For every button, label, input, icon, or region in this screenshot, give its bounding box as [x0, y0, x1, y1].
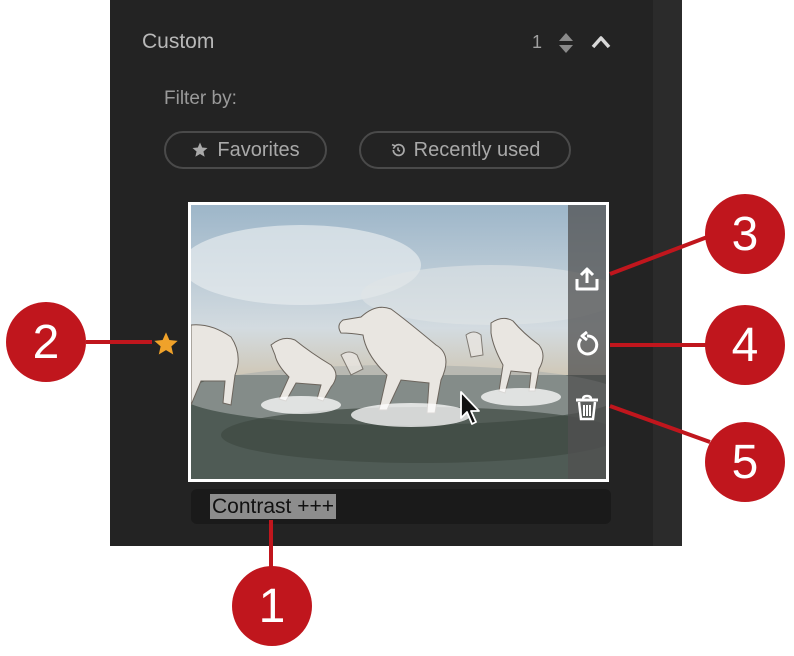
- filter-recently-used-button[interactable]: Recently used: [359, 131, 571, 169]
- callout-line-3: [609, 234, 711, 276]
- filter-favorites-label: Favorites: [217, 138, 300, 161]
- export-icon[interactable]: [573, 265, 601, 293]
- preset-name-text[interactable]: Contrast +++: [210, 494, 336, 519]
- filter-label: Filter by:: [164, 88, 237, 109]
- collapse-chevron-icon[interactable]: [590, 32, 612, 52]
- sort-stepper-icon[interactable]: [557, 31, 575, 55]
- reset-icon[interactable]: [573, 331, 601, 359]
- filter-recently-used-label: Recently used: [413, 138, 541, 161]
- thumbnail-action-bar: [568, 205, 606, 479]
- callout-lines: [609, 234, 711, 444]
- section-title[interactable]: Custom: [142, 30, 214, 54]
- mouse-cursor-icon: [460, 391, 480, 425]
- callout-badge-4: 4: [705, 305, 785, 385]
- callout-badge-2: 2: [6, 302, 86, 382]
- star-icon: [192, 142, 208, 157]
- history-icon: [391, 143, 405, 157]
- callout-line-1: [269, 520, 273, 568]
- favorite-star-icon[interactable]: [152, 330, 180, 358]
- trash-icon[interactable]: [573, 394, 601, 422]
- callout-line-2: [86, 340, 152, 344]
- callout-badge-3: 3: [705, 194, 785, 274]
- preset-name-field[interactable]: Contrast +++: [191, 489, 611, 524]
- callout-badge-1: 1: [232, 566, 312, 646]
- filter-favorites-button[interactable]: Favorites: [164, 131, 327, 169]
- horses-photo: [191, 205, 606, 479]
- callout-line-5: [609, 404, 711, 444]
- preset-count: 1: [532, 32, 543, 52]
- preset-thumbnail[interactable]: [188, 202, 609, 482]
- callout-badge-5: 5: [705, 422, 785, 502]
